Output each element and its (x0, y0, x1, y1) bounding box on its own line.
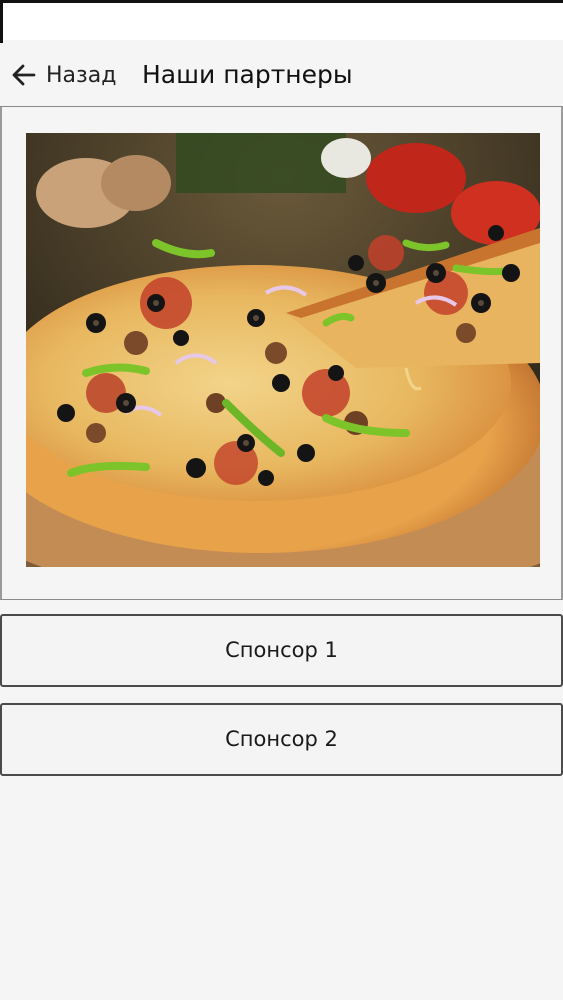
sponsor-2-button[interactable]: Спонсор 2 (0, 703, 563, 776)
partner-banner (0, 107, 563, 600)
back-button[interactable]: Назад (10, 57, 116, 93)
arrow-left-icon (10, 61, 38, 89)
status-bar-edge (0, 3, 3, 43)
page-title: Наши партнеры (142, 60, 353, 89)
back-label: Назад (46, 62, 117, 88)
sponsor-1-button[interactable]: Спонсор 1 (0, 614, 563, 687)
app-bar: Назад Наши партнеры (0, 43, 563, 107)
pizza-image (26, 133, 540, 567)
status-bar (0, 0, 563, 43)
